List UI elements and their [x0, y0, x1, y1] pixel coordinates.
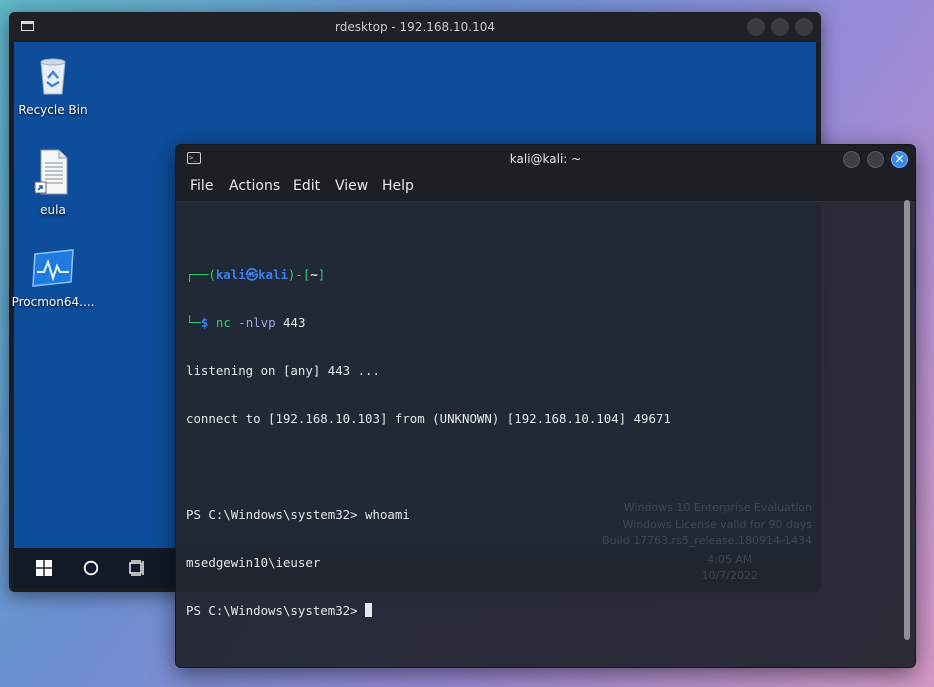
desktop-icon-recycle-bin[interactable]: Recycle Bin	[11, 52, 95, 117]
desktop-icon-label: eula	[40, 203, 66, 217]
desktop-icon-label: Procmon64....	[11, 295, 95, 309]
menu-actions[interactable]: Actions	[229, 178, 280, 194]
rdesktop-title: rdesktop - 192.168.10.104	[335, 20, 495, 34]
terminal-title: kali@kali: ~	[509, 152, 582, 166]
terminal-output[interactable]: ┌──(kali㉿kali)-[~] └─$ nc -nlvp 443 list…	[186, 235, 895, 651]
windows-start-icon[interactable]	[24, 548, 64, 588]
text-file-shortcut-icon	[34, 149, 68, 195]
menu-help[interactable]: Help	[382, 178, 414, 194]
desktop-icon-eula[interactable]: eula	[11, 148, 95, 217]
cortana-circle-icon[interactable]	[71, 548, 111, 588]
terminal-menubar: File Actions Edit View Help	[176, 173, 915, 201]
maximize-button[interactable]	[771, 18, 789, 36]
menu-file[interactable]: File	[190, 178, 213, 194]
output-line: connect to [192.168.10.103] from (UNKNOW…	[186, 411, 671, 426]
output-line-current: PS C:\Windows\system32>	[186, 603, 895, 619]
close-button[interactable]	[795, 18, 813, 36]
prompt-line: ┌──(kali㉿kali)-[~]	[186, 267, 326, 282]
procmon-icon	[32, 249, 74, 287]
maximize-button[interactable]	[867, 151, 884, 168]
desktop-icon-procmon[interactable]: Procmon64....	[11, 248, 95, 309]
recycle-bin-icon	[40, 58, 66, 95]
menu-edit[interactable]: Edit	[293, 178, 320, 194]
text-cursor	[365, 603, 373, 617]
minimize-button[interactable]	[843, 151, 860, 168]
task-view-icon[interactable]	[118, 548, 158, 588]
terminal-scrollbar[interactable]	[904, 200, 910, 640]
menu-view[interactable]: View	[335, 178, 368, 194]
menu-divider	[176, 201, 915, 202]
command-line: └─$ nc -nlvp 443	[186, 315, 306, 330]
terminal-window[interactable]: >_ kali@kali: ~ ✕ File Actions Edit View…	[175, 144, 916, 668]
terminal-titlebar[interactable]: >_ kali@kali: ~ ✕	[176, 145, 915, 173]
output-line: msedgewin10\ieuser	[186, 555, 321, 570]
output-line: PS C:\Windows\system32> whoami	[186, 507, 410, 522]
close-button[interactable]: ✕	[891, 151, 908, 168]
output-line: listening on [any] 443 ...	[186, 363, 380, 378]
minimize-button[interactable]	[747, 18, 765, 36]
desktop-icon-label: Recycle Bin	[18, 103, 88, 117]
rdesktop-titlebar[interactable]: rdesktop - 192.168.10.104	[9, 12, 821, 42]
